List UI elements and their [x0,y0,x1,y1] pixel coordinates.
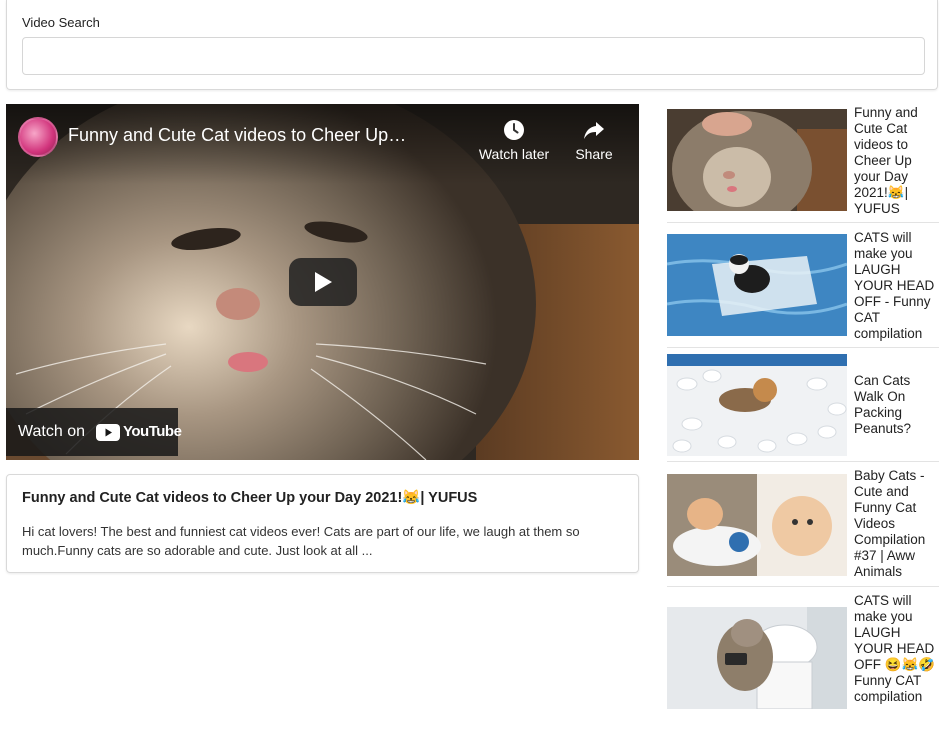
video-list-item-title: CATS will make you LAUGH YOUR HEAD OFF -… [854,230,935,341]
video-list-item-title: Baby Cats - Cute and Funny Cat Videos Co… [854,468,926,579]
share-label: Share [575,146,613,162]
video-thumbnail [667,354,847,456]
youtube-logo-icon [96,424,120,441]
share-icon [584,122,604,139]
play-icon [315,272,332,292]
video-list-item-title: Can Cats Walk On Packing Peanuts? [854,373,912,436]
video-thumbnail [667,474,847,576]
video-list-item-title: Funny and Cute Cat videos to Cheer Up yo… [854,105,918,216]
video-details-title: Funny and Cute Cat videos to Cheer Up yo… [22,490,478,506]
video-details-description: Hi cat lovers! The best and funniest cat… [22,524,580,558]
play-button[interactable] [289,258,357,306]
player-title[interactable]: Funny and Cute Cat videos to Cheer Up yo… [68,125,408,146]
video-list-item[interactable]: CATS will make you LAUGH YOUR HEAD OFF 😆… [667,587,939,723]
video-thumbnail [667,234,847,336]
share-button[interactable]: Share [572,118,616,162]
search-card: Video Search [6,0,938,90]
clock-icon [504,120,524,140]
video-list-item[interactable]: Can Cats Walk On Packing Peanuts? [667,348,939,462]
watch-on-youtube-button[interactable]: Watch on YouTube [6,408,182,456]
watch-later-button[interactable]: Watch later [478,118,550,162]
video-thumbnail [667,607,847,709]
video-list-item[interactable]: Baby Cats - Cute and Funny Cat Videos Co… [667,462,939,587]
video-list-item[interactable]: Funny and Cute Cat videos to Cheer Up yo… [667,104,939,223]
watch-later-label: Watch later [478,146,550,162]
video-details-card: Funny and Cute Cat videos to Cheer Up yo… [6,474,639,573]
youtube-wordmark: YouTube [123,423,182,440]
video-list-item-title: CATS will make you LAUGH YOUR HEAD OFF 😆… [854,593,936,704]
video-player[interactable]: Funny and Cute Cat videos to Cheer Up yo… [6,104,639,460]
search-input[interactable] [22,37,925,75]
search-label: Video Search [22,15,100,30]
video-list-item[interactable]: CATS will make you LAUGH YOUR HEAD OFF -… [667,223,939,348]
watch-on-label: Watch on [18,423,85,440]
video-thumbnail [667,109,847,211]
channel-avatar[interactable] [18,117,58,157]
